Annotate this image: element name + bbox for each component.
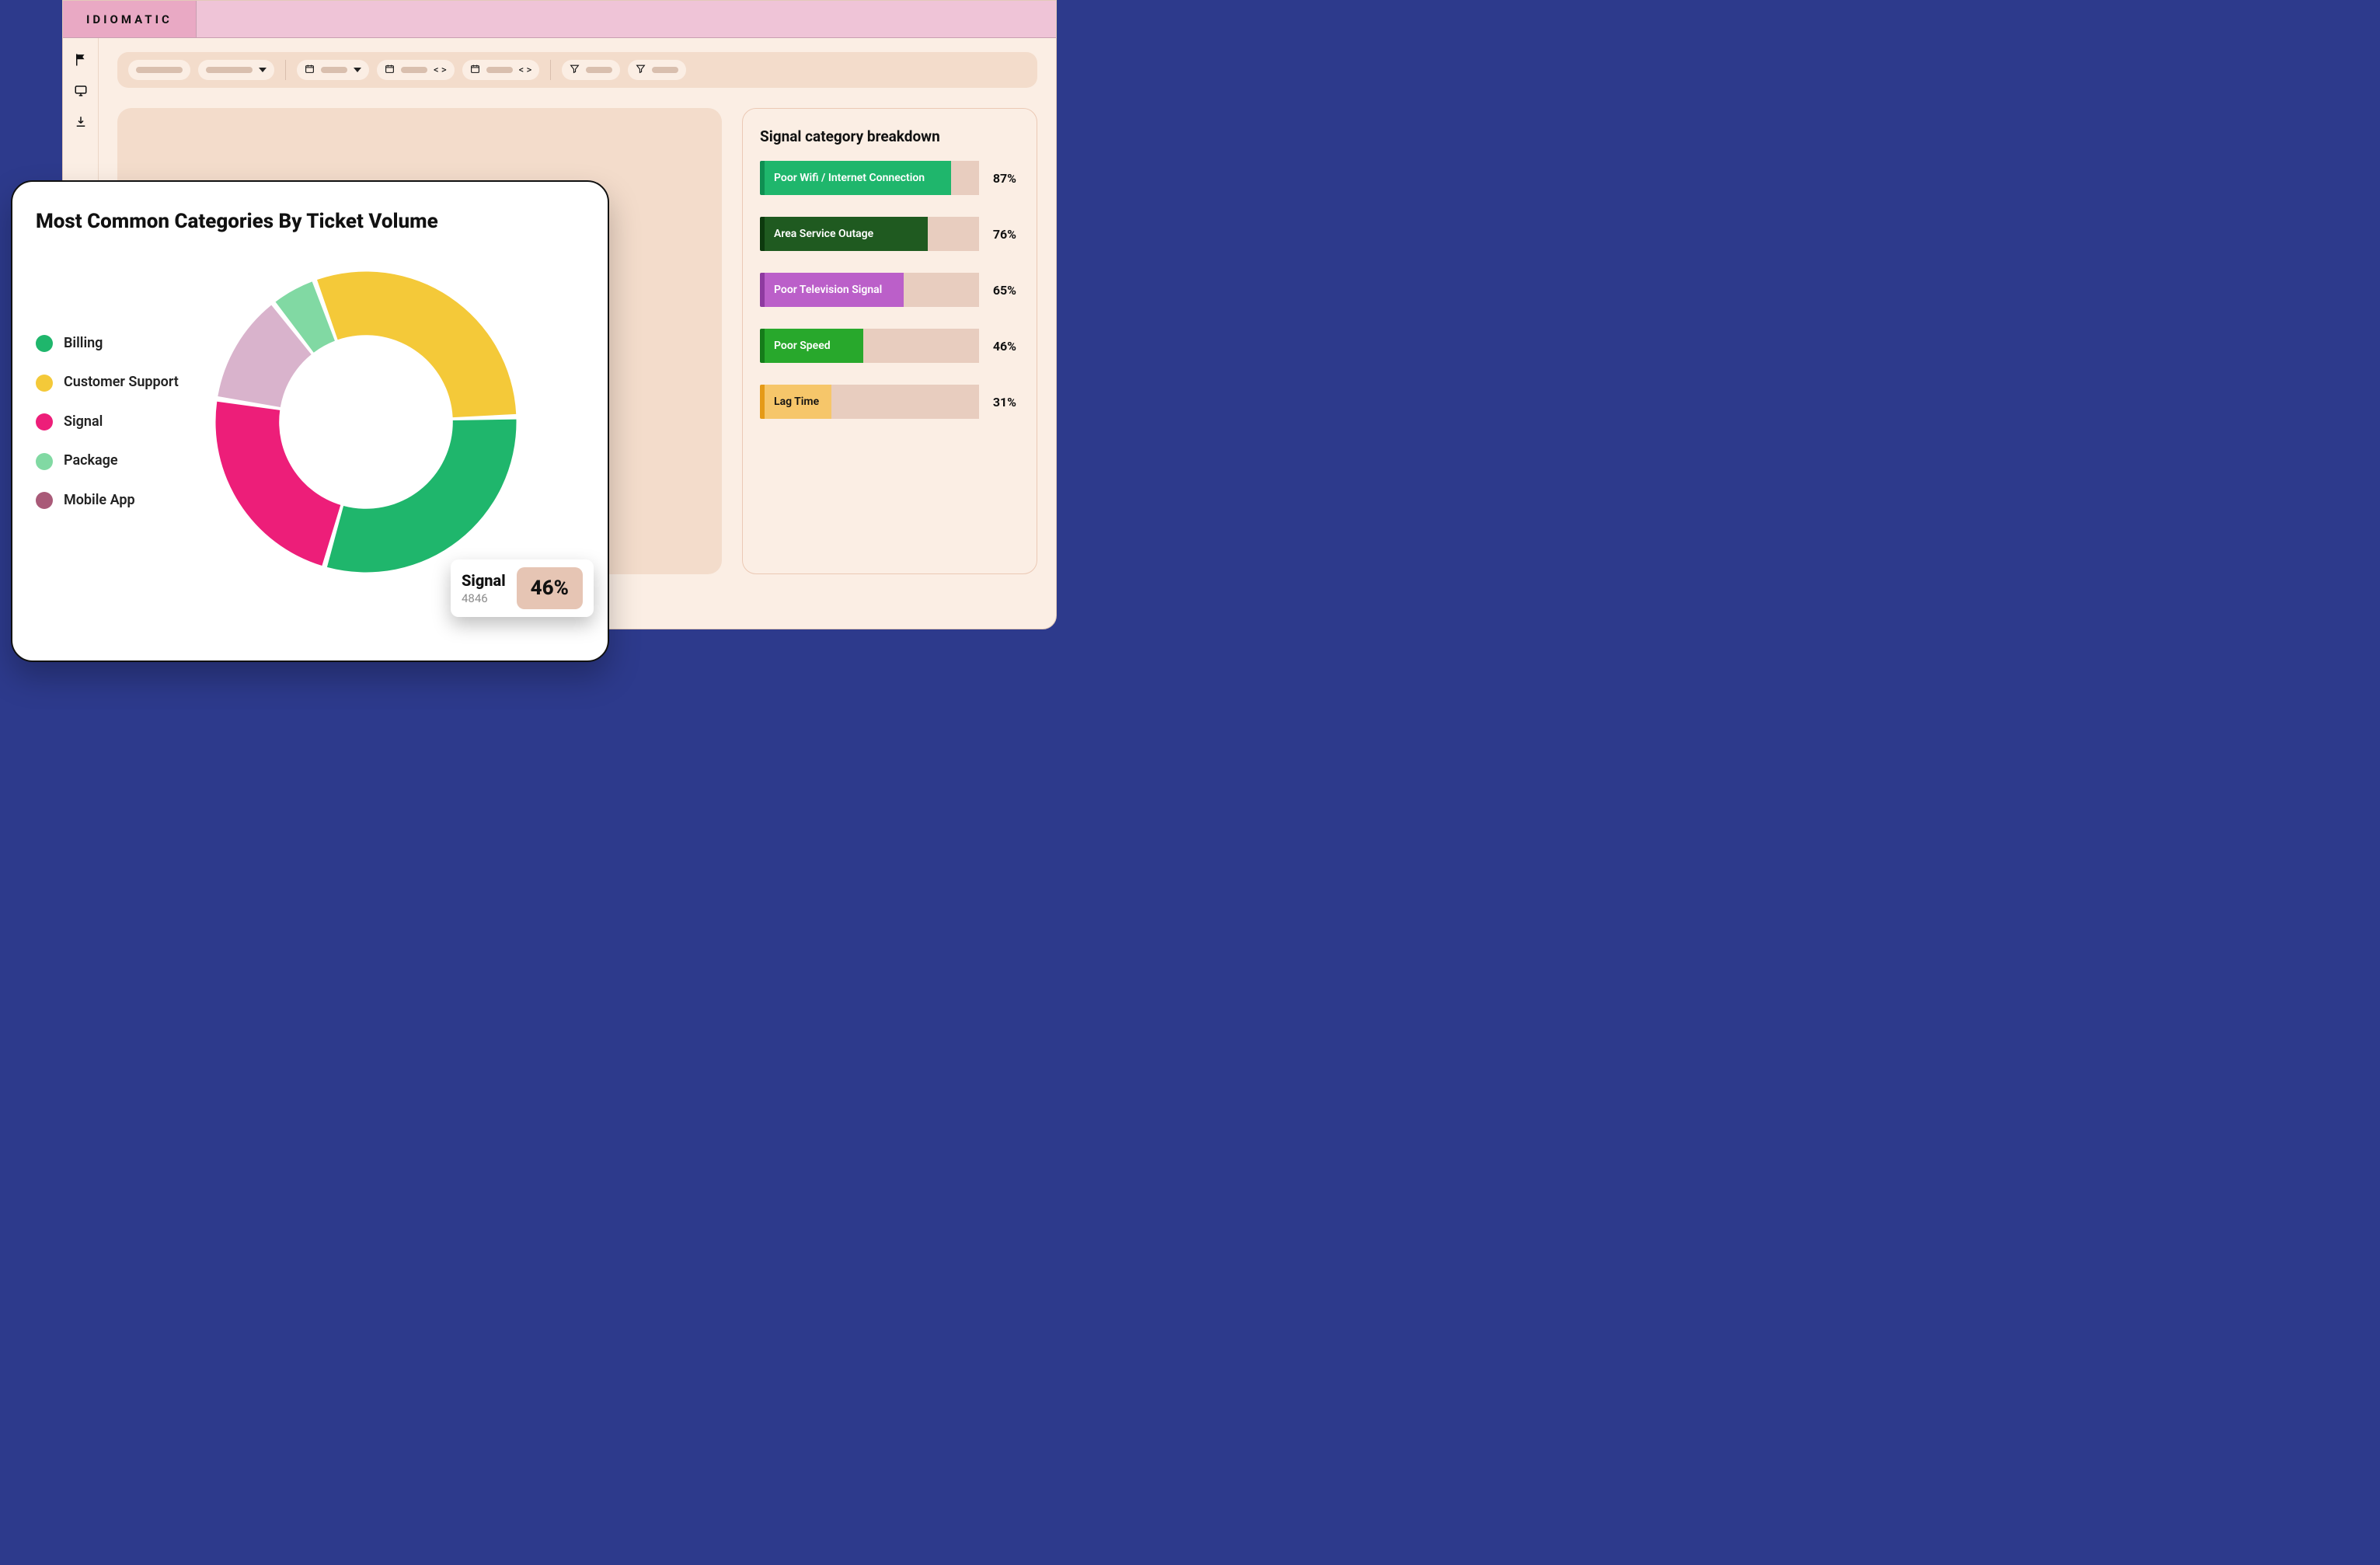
date-pill-1[interactable] [297, 60, 369, 80]
brand-label: IDIOMATIC [86, 12, 172, 26]
legend-dot [36, 453, 53, 470]
toolbar: < > < > [117, 52, 1037, 88]
legend-dot [36, 375, 53, 392]
legend-item[interactable]: Billing [36, 335, 183, 353]
chart-tooltip: Signal 4846 46% [451, 559, 594, 617]
legend-item[interactable]: Mobile App [36, 492, 183, 510]
filter-pill-2[interactable] [198, 60, 274, 80]
calendar-icon [385, 64, 395, 77]
breakdown-title: Signal category breakdown [760, 127, 1019, 145]
legend-item[interactable]: Signal [36, 413, 183, 431]
bar-track: Poor Speed [765, 329, 979, 363]
funnel-icon [570, 64, 580, 77]
legend-label: Billing [64, 335, 103, 353]
date-pill-3[interactable]: < > [462, 60, 540, 80]
breakdown-bar[interactable]: Poor Wifi / Internet Connection 87% [760, 161, 1019, 195]
title-bar: IDIOMATIC [63, 1, 1056, 38]
chevron-down-icon [259, 68, 267, 72]
breakdown-bar[interactable]: Poor Speed 46% [760, 329, 1019, 363]
donut-slice[interactable] [317, 272, 516, 418]
code-icon: < > [519, 64, 532, 76]
bar-pct: 76% [979, 227, 1019, 242]
breakdown-bar[interactable]: Poor Television Signal 65% [760, 273, 1019, 307]
calendar-icon [470, 64, 480, 77]
date-pill-2[interactable]: < > [377, 60, 455, 80]
flag-icon[interactable] [73, 52, 89, 68]
chart-title: Most Common Categories By Ticket Volume [36, 210, 584, 233]
bar-track: Poor Television Signal [765, 273, 979, 307]
bar-pct: 46% [979, 339, 1019, 354]
legend-label: Mobile App [64, 492, 135, 510]
calendar-icon [305, 64, 315, 77]
legend-label: Package [64, 452, 118, 470]
tooltip-count: 4846 [462, 591, 506, 605]
bar-pct: 65% [979, 283, 1019, 298]
bar-fill: Poor Television Signal [765, 273, 904, 307]
tooltip-pct: 46% [517, 567, 583, 609]
bar-track: Area Service Outage [765, 217, 979, 251]
bar-fill: Lag Time [765, 385, 831, 419]
filter-funnel-1[interactable] [562, 60, 620, 80]
code-icon: < > [434, 64, 447, 76]
legend-dot [36, 413, 53, 430]
breakdown-bar[interactable]: Area Service Outage 76% [760, 217, 1019, 251]
donut-slice[interactable] [327, 420, 517, 573]
download-icon[interactable] [73, 114, 89, 130]
brand-tab[interactable]: IDIOMATIC [63, 1, 197, 37]
legend-item[interactable]: Package [36, 452, 183, 470]
tooltip-name: Signal [462, 571, 506, 590]
breakdown-panel: Signal category breakdown Poor Wifi / In… [742, 108, 1037, 574]
donut-chart [199, 255, 533, 589]
chevron-down-icon [354, 68, 361, 72]
monitor-icon[interactable] [73, 83, 89, 99]
legend-dot [36, 492, 53, 509]
legend-item[interactable]: Customer Support [36, 374, 183, 392]
bar-fill: Poor Wifi / Internet Connection [765, 161, 951, 195]
donut-slice[interactable] [216, 402, 341, 566]
filter-funnel-2[interactable] [628, 60, 686, 80]
legend-label: Signal [64, 413, 103, 431]
filter-pill-1[interactable] [128, 60, 190, 80]
legend-label: Customer Support [64, 374, 179, 392]
bar-track: Poor Wifi / Internet Connection [765, 161, 979, 195]
legend-dot [36, 335, 53, 352]
breakdown-bar[interactable]: Lag Time 31% [760, 385, 1019, 419]
bar-fill: Poor Speed [765, 329, 863, 363]
bar-fill: Area Service Outage [765, 217, 928, 251]
funnel-icon [636, 64, 646, 77]
toolbar-separator [285, 60, 286, 80]
bar-pct: 87% [979, 171, 1019, 186]
bar-pct: 31% [979, 395, 1019, 410]
bar-track: Lag Time [765, 385, 979, 419]
chart-legend: Billing Customer Support Signal Package Mobi… [36, 335, 183, 510]
toolbar-separator [550, 60, 551, 80]
